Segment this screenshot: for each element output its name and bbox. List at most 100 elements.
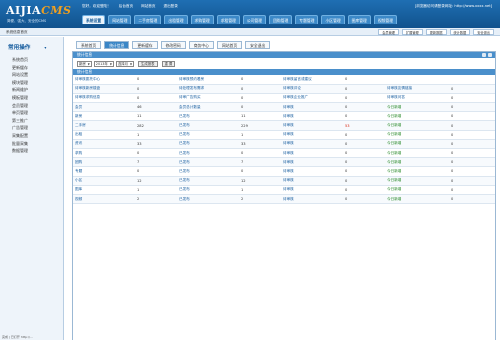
table-cell[interactable]: 资讯 — [73, 139, 135, 150]
table-cell[interactable]: 今日新增 — [385, 120, 449, 131]
tab[interactable]: 系统首页 — [76, 41, 102, 49]
table-cell[interactable]: 待审核 — [281, 139, 343, 150]
table-cell[interactable]: 待审核评论 — [281, 84, 343, 94]
table-cell[interactable]: 待审核 — [281, 111, 343, 122]
table-cell[interactable]: 已发布 — [177, 139, 239, 150]
table-cell[interactable]: 待审核 — [281, 102, 343, 113]
table-cell[interactable]: 求购 — [73, 148, 135, 159]
tab[interactable]: 网站首页 — [216, 41, 243, 49]
table-cell[interactable]: 待审核 — [281, 185, 343, 195]
table-cell[interactable]: 今日新增 — [385, 194, 449, 205]
year-select[interactable]: 2013年 ▼ — [93, 60, 114, 67]
table-cell[interactable]: 今日新增 — [385, 102, 449, 113]
table-cell[interactable]: 待审广告购买 — [177, 93, 239, 104]
tab[interactable]: 商务中心 — [188, 41, 214, 49]
quick-button[interactable]: 安全退出 — [473, 29, 494, 35]
site-home-link[interactable]: 网站首页 — [141, 4, 155, 9]
table-cell[interactable]: 待审核新房楼盘 — [73, 84, 135, 94]
site-url-link[interactable]: [浏览器访问请登录网址: http://www.xxxx.net] — [415, 4, 492, 9]
sidebar-item[interactable]: 采集配置 — [12, 132, 63, 140]
table-cell[interactable]: 已发布 — [177, 130, 239, 140]
nav-item[interactable]: 二手房管理 — [134, 15, 162, 24]
logout-link[interactable]: 退出登录 — [164, 4, 178, 9]
admin-home-link[interactable]: 后台首页 — [119, 4, 133, 9]
table-cell[interactable]: 今日新增 — [385, 111, 449, 122]
table-cell[interactable]: 已发布 — [177, 111, 239, 122]
table-cell[interactable]: 今日新增 — [385, 130, 449, 140]
quick-button[interactable]: 会员管理 — [378, 29, 399, 35]
type-select[interactable]: 新房 ▼ — [77, 60, 92, 67]
tab[interactable]: 更新缓存 — [132, 41, 158, 49]
table-cell[interactable]: 出租 — [73, 130, 135, 140]
table-cell[interactable]: 专题 — [73, 166, 135, 177]
table-cell[interactable]: 已发布 — [177, 176, 239, 186]
table-cell[interactable]: 待审核留言或建议 — [281, 75, 343, 85]
table-cell[interactable]: 已发布 — [177, 148, 239, 159]
table-cell[interactable]: 待审核友情链接 — [385, 84, 449, 94]
table-cell[interactable]: 待审核 — [281, 166, 343, 177]
reset-button[interactable]: 重 置 — [161, 60, 176, 67]
sidebar-item[interactable]: 广告管理 — [12, 124, 63, 132]
nav-item[interactable]: 出租管理 — [164, 15, 188, 24]
nav-item[interactable]: 系统设置 — [82, 15, 106, 24]
table-cell[interactable]: 今日新增 — [385, 157, 449, 168]
tab[interactable]: 修改密码 — [160, 41, 186, 49]
nav-item[interactable]: 公司管理 — [242, 15, 267, 24]
table-cell[interactable]: 新房 — [73, 111, 135, 122]
table-cell[interactable]: 待审核 — [281, 194, 343, 205]
table-cell[interactable]: 今日新增 — [385, 185, 449, 195]
table-cell[interactable] — [385, 75, 449, 85]
nav-item[interactable]: 视频管理 — [373, 15, 398, 24]
table-cell[interactable]: 已发布 — [177, 166, 239, 177]
sidebar-item[interactable]: 第三推广 — [12, 117, 63, 125]
table-cell[interactable]: 待审核 — [281, 148, 343, 159]
table-cell[interactable]: 待审核 — [281, 176, 343, 186]
table-cell[interactable]: 待审核预约看房 — [177, 75, 239, 85]
table-cell[interactable]: 会员 — [73, 102, 135, 113]
tab[interactable]: 安全退出 — [245, 41, 271, 49]
nav-item[interactable]: 小区管理 — [321, 15, 345, 24]
sidebar-item[interactable]: 会员管理 — [12, 102, 63, 110]
sidebar-item[interactable]: 系统首页 — [12, 56, 63, 64]
generate-report-button[interactable]: 生成报表 — [137, 60, 158, 67]
sidebar-item[interactable]: 数据管理 — [12, 147, 63, 155]
table-cell[interactable]: 小区 — [73, 176, 135, 186]
table-cell[interactable]: 待处理发布需求 — [177, 84, 239, 94]
nav-item[interactable]: 团购管理 — [269, 15, 293, 24]
nav-item[interactable]: 专题管理 — [295, 15, 319, 24]
sidebar-item[interactable]: 新闻维护 — [12, 86, 63, 94]
table-cell[interactable]: 今日新增 — [385, 176, 449, 186]
table-cell[interactable]: 今日新增 — [385, 166, 449, 177]
quick-button[interactable]: 更新数据 — [425, 29, 447, 35]
table-cell[interactable]: 待审核委托中心 — [73, 75, 135, 85]
sidebar-item[interactable]: 批量采集 — [12, 140, 63, 148]
month-select[interactable]: 选择月 ▼ — [115, 60, 134, 67]
table-cell[interactable]: 待审核求购信息 — [73, 93, 135, 104]
table-cell[interactable]: 待审核 — [281, 130, 343, 140]
quick-button[interactable]: 统计数据 — [449, 29, 471, 35]
table-cell[interactable]: 团购 — [73, 157, 135, 168]
table-cell[interactable]: 待审核企业推广 — [281, 93, 343, 104]
table-cell[interactable]: 会员总计数量 — [177, 102, 239, 113]
sidebar-item[interactable]: 单页管理 — [12, 109, 63, 117]
sidebar-item[interactable]: 模板管理 — [12, 94, 63, 102]
tab-active[interactable]: 统计信息 — [104, 41, 130, 49]
table-cell[interactable]: 二手房 — [73, 120, 135, 131]
table-cell[interactable]: 已发布 — [177, 157, 239, 168]
nav-item[interactable]: 求租管理 — [216, 15, 240, 24]
sidebar-item[interactable]: 模块管理 — [12, 79, 63, 87]
table-cell[interactable]: 视频 — [73, 194, 135, 205]
close-icon[interactable] — [488, 53, 492, 57]
table-cell[interactable]: 待审核 — [281, 120, 343, 131]
table-cell[interactable]: 已发布 — [177, 185, 239, 195]
table-cell[interactable]: 今日新增 — [385, 139, 449, 150]
nav-item[interactable]: 图库管理 — [347, 15, 371, 24]
nav-item[interactable]: 求购管理 — [190, 15, 214, 24]
table-cell[interactable]: 图库 — [73, 185, 135, 195]
table-cell[interactable]: 已发布 — [177, 120, 239, 131]
table-cell[interactable]: 待审核问答 — [385, 93, 449, 104]
sidebar-title[interactable]: 常用操作 ▾ — [8, 43, 63, 51]
sidebar-item[interactable]: 网站设置 — [12, 71, 63, 79]
table-cell[interactable]: 待审核 — [281, 157, 343, 168]
collapse-icon[interactable] — [482, 53, 486, 57]
